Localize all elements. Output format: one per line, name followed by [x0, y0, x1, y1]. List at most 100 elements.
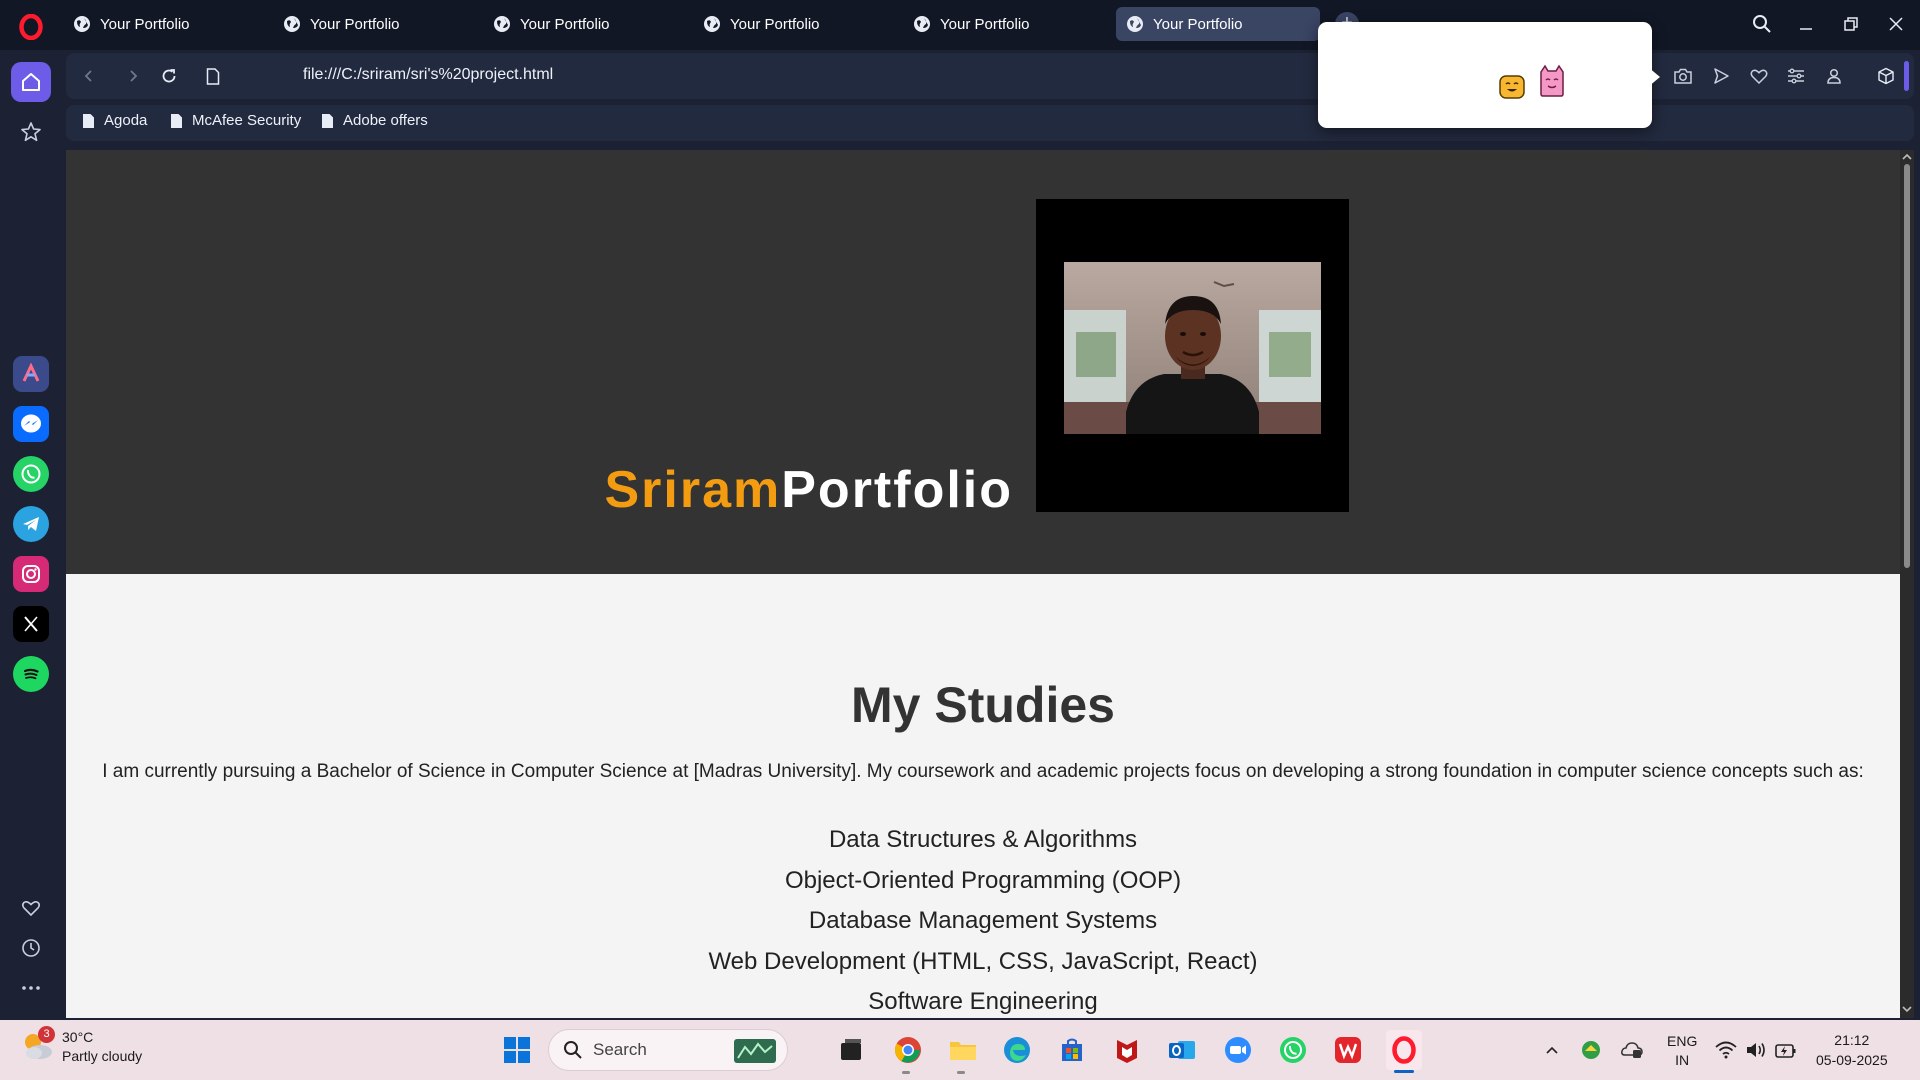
sidebar-x-button[interactable]	[13, 606, 49, 642]
whatsapp-icon	[21, 464, 41, 484]
taskbar-mcafee-button[interactable]	[1110, 1033, 1144, 1067]
profile-icon[interactable]	[1819, 61, 1849, 91]
cat-emoji-icon[interactable]	[1538, 64, 1566, 98]
minimize-button[interactable]	[1786, 8, 1826, 40]
bookmark-label: Adobe offers	[343, 112, 428, 129]
scroll-down-arrow-icon[interactable]	[1902, 1004, 1912, 1014]
tab-label: Your Portfolio	[730, 15, 820, 33]
taskbar-task-view-button[interactable]	[834, 1033, 868, 1067]
bookmark-item[interactable]: Adobe offers	[321, 112, 428, 129]
running-app-indicator	[902, 1071, 910, 1074]
tray-app-button[interactable]	[1576, 1033, 1606, 1067]
restore-button[interactable]	[1831, 8, 1871, 40]
back-button[interactable]	[74, 61, 104, 91]
battery-button[interactable]	[1771, 1033, 1801, 1067]
sidebar-home-button[interactable]	[11, 62, 51, 102]
bookmark-item[interactable]: McAfee Security	[170, 112, 301, 129]
taskbar-store-button[interactable]	[1055, 1033, 1089, 1067]
extensions-cube-icon[interactable]	[1871, 61, 1901, 91]
start-button[interactable]	[500, 1033, 534, 1067]
studies-section: My Studies I am currently pursuing a Bac…	[66, 574, 1900, 1018]
page-scrollbar[interactable]	[1900, 150, 1914, 1018]
sidebar-whatsapp-button[interactable]	[13, 456, 49, 492]
globe-icon	[494, 16, 510, 32]
chevron-up-icon	[1546, 1046, 1558, 1054]
taskbar-edge-button[interactable]	[1000, 1033, 1034, 1067]
accent-indicator	[1904, 61, 1909, 91]
star-icon	[21, 122, 41, 142]
scrollbar-thumb[interactable]	[1904, 164, 1910, 568]
sidebar-messenger-button[interactable]	[13, 406, 49, 442]
weather-widget[interactable]: 3 30°C Partly cloudy	[20, 1026, 143, 1066]
send-icon[interactable]	[1706, 61, 1736, 91]
tab[interactable]: Your Portfolio	[273, 7, 477, 41]
battery-charging-icon	[1775, 1044, 1796, 1058]
language-code: ENG	[1667, 1033, 1698, 1049]
wifi-button[interactable]	[1711, 1033, 1741, 1067]
weather-cloud-icon: 3	[20, 1026, 55, 1062]
course-list: Data Structures & Algorithms Object-Orie…	[66, 826, 1900, 1018]
address-bar-url[interactable]: file:///C:/sriram/sri's%20project.html	[303, 66, 553, 84]
sidebar-more-button[interactable]	[11, 968, 51, 1008]
taskbar-whatsapp-button[interactable]	[1276, 1033, 1310, 1067]
globe-icon	[704, 16, 720, 32]
weather-condition: Partly cloudy	[62, 1048, 143, 1064]
opera-logo-icon[interactable]	[16, 12, 46, 42]
forward-button[interactable]	[118, 61, 148, 91]
wps-office-icon	[1335, 1037, 1361, 1063]
sidebar-telegram-button[interactable]	[13, 506, 49, 542]
language-indicator[interactable]: ENG IN	[1667, 1032, 1697, 1070]
cloud-status-icon	[1621, 1042, 1643, 1058]
tray-network-status-button[interactable]	[1617, 1033, 1647, 1067]
taskbar-search[interactable]: Search	[548, 1029, 788, 1071]
easy-setup-icon[interactable]	[1781, 61, 1811, 91]
tab[interactable]: Your Portfolio	[903, 7, 1107, 41]
chevron-left-icon	[84, 70, 92, 82]
sidebar-spotify-button[interactable]	[13, 656, 49, 692]
page-icon	[322, 113, 333, 128]
active-app-indicator	[1394, 1070, 1414, 1073]
taskbar-chrome-button[interactable]	[891, 1033, 925, 1067]
search-tabs-icon[interactable]	[1742, 8, 1782, 40]
store-icon	[1062, 1038, 1082, 1061]
taskbar-file-explorer-button[interactable]	[946, 1033, 980, 1067]
messenger-icon	[21, 414, 41, 433]
page-info-icon[interactable]	[198, 61, 228, 91]
tab[interactable]: Your Portfolio	[693, 7, 897, 41]
taskbar-opera-button[interactable]	[1386, 1030, 1422, 1070]
volume-button[interactable]	[1741, 1033, 1771, 1067]
brand-name: Sriram	[604, 461, 782, 519]
language-region: IN	[1675, 1052, 1690, 1068]
bookmark-label: Agoda	[104, 112, 148, 129]
instagram-icon	[22, 565, 40, 583]
tray-overflow-button[interactable]	[1537, 1033, 1567, 1067]
globe-icon	[1127, 16, 1143, 32]
tab[interactable]: Your Portfolio	[63, 7, 267, 41]
taskbar-outlook-button[interactable]	[1165, 1033, 1199, 1067]
taskbar-clock[interactable]: 21:12 05-09-2025	[1816, 1030, 1888, 1070]
sidebar-aria-button[interactable]	[13, 356, 49, 392]
emoji-popup	[1318, 22, 1652, 128]
close-button[interactable]	[1876, 8, 1916, 40]
more-dots-icon	[22, 986, 40, 990]
tab[interactable]: Your Portfolio	[483, 7, 687, 41]
heart-icon[interactable]	[1744, 61, 1774, 91]
sidebar-history-button[interactable]	[11, 928, 51, 968]
sidebar-speed-dial-button[interactable]	[11, 112, 51, 152]
home-icon	[22, 73, 40, 91]
taskbar-wps-button[interactable]	[1331, 1033, 1365, 1067]
bookmark-item[interactable]: Agoda	[82, 112, 147, 129]
sidebar-instagram-button[interactable]	[13, 556, 49, 592]
reload-button[interactable]	[154, 61, 184, 91]
globe-icon	[74, 16, 90, 32]
sidebar-pinboards-button[interactable]	[11, 888, 51, 928]
taskbar-zoom-button[interactable]	[1221, 1033, 1255, 1067]
tab-active[interactable]: Your Portfolio	[1116, 7, 1320, 41]
snapshot-icon[interactable]	[1668, 61, 1698, 91]
windows-logo-icon	[504, 1037, 530, 1063]
whatsapp-icon	[1280, 1037, 1306, 1063]
smiley-emoji-icon[interactable]	[1498, 72, 1526, 100]
scroll-up-arrow-icon[interactable]	[1902, 152, 1912, 162]
tab-label: Your Portfolio	[520, 15, 610, 33]
aria-icon	[22, 363, 40, 382]
